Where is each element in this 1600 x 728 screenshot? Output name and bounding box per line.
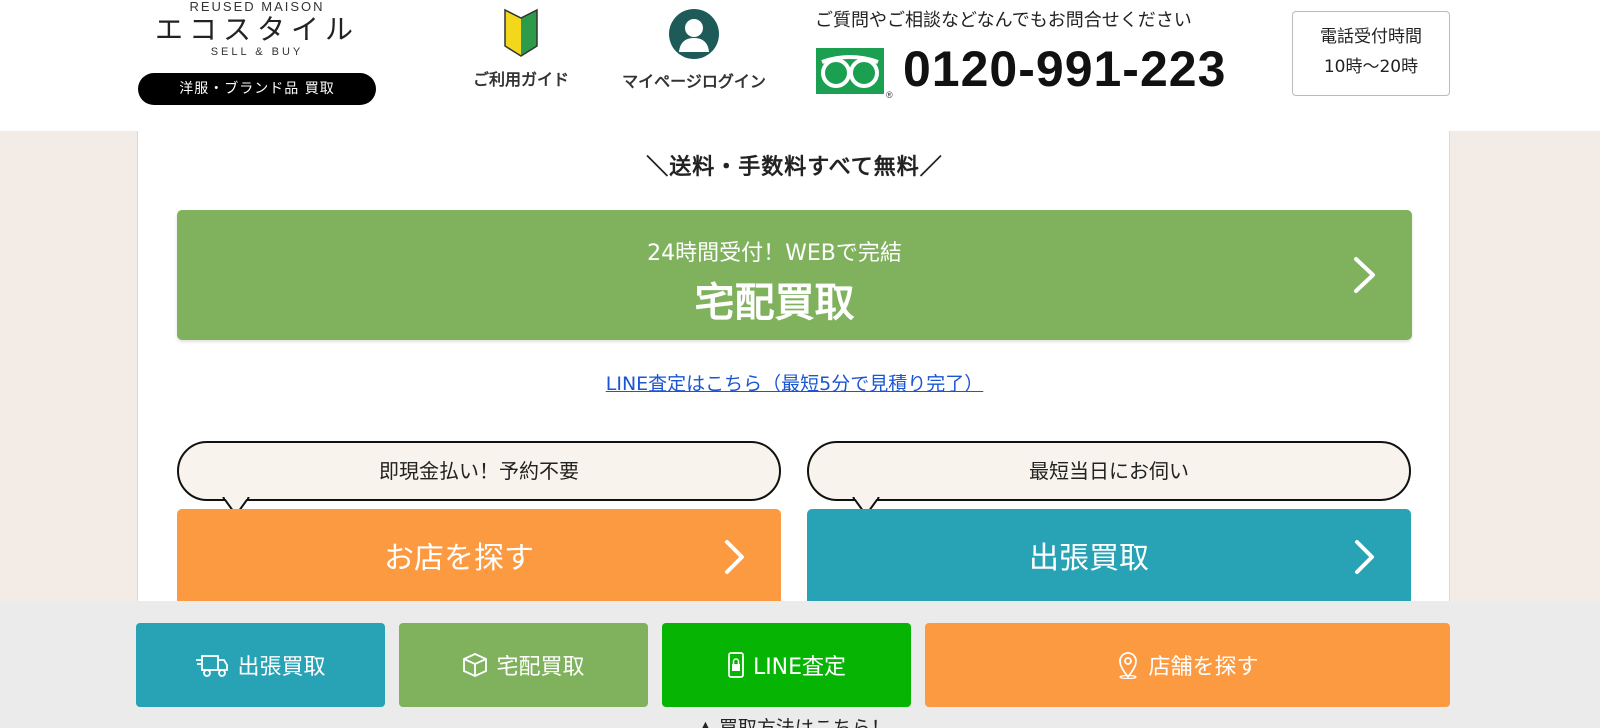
phone-hours-box: 電話受付時間 10時～20時 (1292, 11, 1450, 96)
shucho-bubble-text: 最短当日にお伺い (1029, 459, 1189, 483)
bottom-shucho-label: 出張買取 (237, 655, 326, 680)
phone-caption: ご質問やご相談などなんでもお問合せください (815, 10, 1192, 31)
takuhai-sub-label: 24時間受付！WEBで完結 (647, 241, 902, 266)
nav-usage-guide[interactable]: ご利用ガイド (462, 8, 580, 94)
phone-hours-title: 電話受付時間 (1320, 27, 1422, 47)
phone-number[interactable]: 0120-991-223 (903, 40, 1226, 98)
find-store-button[interactable]: お店を探す (177, 509, 781, 609)
bottom-line-button[interactable]: LINE査定 (662, 623, 911, 707)
chevron-right-icon (1355, 540, 1374, 574)
truck-icon (196, 655, 229, 677)
bottom-line-label: LINE査定 (752, 655, 847, 680)
svg-text:®: ® (886, 90, 893, 100)
nav-mypage-label: マイページログイン (622, 72, 766, 91)
phone-contact: ご質問やご相談などなんでもお問合せください ® 0120-991-223 (813, 6, 1263, 100)
line-assessment-link[interactable]: LINE査定はこちら（最短5分で見積り完了） (138, 369, 1451, 396)
nav-mypage-login[interactable]: マイページログイン (608, 8, 780, 94)
bottom-store-button[interactable]: 店舗を探す (925, 623, 1450, 707)
shucho-speech-bubble: 最短当日にお伺い (807, 441, 1411, 501)
map-pin-icon (1119, 652, 1138, 679)
nav-usage-guide-label: ご利用ガイド (472, 70, 569, 89)
main-content: ＼送料・手数料すべて無料／ 24時間受付！WEBで完結 宅配買取 LINE査定は… (137, 131, 1451, 609)
store-speech-bubble: 即現金払い！予約不要 (177, 441, 781, 501)
bottom-shucho-button[interactable]: 出張買取 (136, 623, 385, 707)
phone-hours-value: 10時～20時 (1323, 57, 1419, 77)
takuhai-main-label: 宅配買取 (694, 280, 855, 326)
user-icon (669, 9, 719, 59)
shucho-kaitori-button[interactable]: 出張買取 (807, 509, 1411, 609)
box-icon (463, 653, 488, 677)
logo-top-text: REUSED MAISON (189, 0, 325, 14)
chevron-right-icon (725, 540, 744, 574)
logo-sub-text: SELL & BUY (210, 46, 304, 58)
bottom-takuhai-button[interactable]: 宅配買取 (399, 623, 648, 707)
shucho-label: 出張買取 (1029, 541, 1149, 576)
free-shipping-heading: ＼送料・手数料すべて無料／ (646, 155, 943, 180)
site-logo[interactable]: REUSED MAISON エコスタイル SELL & BUY 洋服・ブランド品… (138, 0, 376, 105)
beginner-mark-icon (504, 8, 538, 57)
bottom-takuhai-label: 宅配買取 (496, 655, 585, 680)
phone-lock-icon (728, 652, 744, 678)
bottom-bar-note: ▲ 買取方法はこちら！ (698, 717, 890, 728)
site-header: REUSED MAISON エコスタイル SELL & BUY 洋服・ブランド品… (0, 0, 1600, 131)
logo-main-text: エコスタイル (154, 13, 359, 46)
store-bubble-text: 即現金払い！予約不要 (379, 459, 579, 483)
find-store-label: お店を探す (384, 541, 534, 576)
freedial-icon: ® (816, 48, 893, 100)
bottom-store-label: 店舗を探す (1148, 655, 1259, 680)
logo-tagline: 洋服・ブランド品 買取 (138, 73, 376, 105)
bottom-fixed-bar: 出張買取 宅配買取 LINE査定 店舗を探す ▲ 買取方法はこちら！ (0, 601, 1600, 728)
takuhai-kaitori-button[interactable]: 24時間受付！WEBで完結 宅配買取 (177, 210, 1412, 340)
chevron-right-icon (1354, 257, 1375, 293)
